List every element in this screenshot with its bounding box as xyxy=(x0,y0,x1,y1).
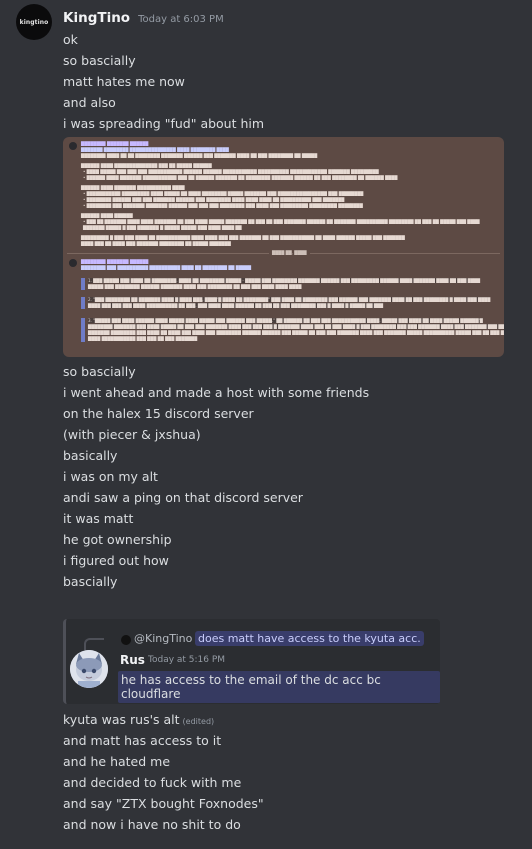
mini-text: ███████ █████ █ ███ ███████ █ █████ ████… xyxy=(83,225,242,230)
username[interactable]: KingTino xyxy=(63,10,130,26)
message-line: it was matt xyxy=(63,511,134,526)
mini-text: • ████████ ██████ ███ ███ ███████ ██████… xyxy=(83,197,345,202)
message-line: ok xyxy=(63,32,78,47)
avatar-label: kingtino xyxy=(19,18,49,26)
mini-text: ███████ ████████ ███████████████ ████ ██… xyxy=(81,147,229,152)
mini-text: █████████ █ ███ ███ ████ ██ ███████████ … xyxy=(81,235,405,240)
mini-text: • ████ █████ ███ ███ ███ ███████████ ███… xyxy=(83,169,379,174)
message-line: on the halex 15 discord server xyxy=(63,406,254,421)
mini-text: ████ ███ ███ ███ ████ ██████████ ██ ███.… xyxy=(88,303,384,308)
mini-text: ████████ ███ ██████████ ██████████ ████ … xyxy=(81,265,252,270)
message-text: kyuta was rus's alt xyxy=(63,712,180,727)
mini-text: █████ ███ ████████ ██████ ███████ ████ █… xyxy=(88,284,302,289)
message-line: (with piecer & jxshua) xyxy=(63,427,201,442)
message-header: KingTino Today at 6:03 PM xyxy=(63,10,224,28)
mini-text: ████████ ███████ ██████ xyxy=(81,141,149,146)
mini-text: 2. "███ ████████ ██ ███████ ████ █ ████ … xyxy=(88,297,491,302)
message-line: andi saw a ping on that discord server xyxy=(63,490,303,505)
quote-bar xyxy=(81,297,85,309)
mini-text: ████ ███████████ ███ ███ ██ ███ ███████ xyxy=(88,336,198,341)
message-line: bascially xyxy=(63,574,118,589)
reply-card[interactable]: @KingTino does matt have access to the k… xyxy=(63,619,440,704)
reply-connector xyxy=(84,638,104,650)
mini-text: ██████ ████ ██████ xyxy=(81,213,133,218)
edited-label: (edited) xyxy=(182,717,215,726)
message-line: basically xyxy=(63,448,118,463)
message-line: and say "ZTX bought Foxnodes" xyxy=(63,796,264,811)
reply-timestamp: Today at 5:16 PM xyxy=(148,655,226,665)
mini-text: ████ ███ ██ ████ ███ ███████ ████████ ██… xyxy=(81,241,231,246)
message-line: matt hates me now xyxy=(63,74,185,89)
reply-message: he has access to the email of the dc acc… xyxy=(118,671,440,703)
mini-avatar xyxy=(69,142,77,150)
mini-text: • ███████████ █████████ ████ █████ ██ ██… xyxy=(83,191,364,196)
message-line: and also xyxy=(63,95,116,110)
message-line: and decided to fuck with me xyxy=(63,775,242,790)
mini-text: ████ ██, ████ xyxy=(269,250,310,255)
mini-text: • ██████ ████ ███████ ███████████ ███ ██… xyxy=(83,175,398,180)
mini-text: ████████ ████ ██ ██ ████████ ███████ ███… xyxy=(81,153,318,158)
message-line: i figured out how xyxy=(63,553,169,568)
message-line: i went ahead and made a host with some f… xyxy=(63,385,370,400)
user-avatar[interactable]: kingtino xyxy=(16,4,52,40)
mini-text: ████████ ███████ ██████ xyxy=(81,259,149,264)
mini-text: 3. "█████ ███ ████ ██████ ████ █████ ███… xyxy=(88,318,483,323)
mini-avatar xyxy=(69,259,77,267)
mini-text: ████████ ███████ ███ ████ █████ ██ ███ █… xyxy=(88,324,504,329)
mini-text: • ████████ ███ ███████ ███████ ██████ ██… xyxy=(83,203,363,208)
mini-text: 1. ███ █████ ███ ████ ██ ████████. ████ … xyxy=(88,278,481,283)
mini-text: ██████ ████ ██████████████ ███ ██ █████ … xyxy=(81,163,212,168)
mini-text: ███████ ████████ ███ ████ ██ ████ ███ ██… xyxy=(88,330,504,335)
mini-text: • ███ ██ ███████ ████ ████ ███████ ██ ██… xyxy=(83,219,480,224)
mini-text: ██████ ████ ███████ ███████████ ████ xyxy=(81,185,185,190)
reply-author[interactable]: Rus xyxy=(120,653,145,667)
reply-username[interactable]: @KingTino xyxy=(134,632,192,645)
quote-bar xyxy=(81,278,85,290)
message-line: and matt has access to it xyxy=(63,733,222,748)
message-line: so bascially xyxy=(63,53,136,68)
rus-avatar[interactable] xyxy=(70,650,108,688)
message-line: and he hated me xyxy=(63,754,171,769)
message-line: i was spreading "fud" about him xyxy=(63,116,265,131)
message-line: he got ownership xyxy=(63,532,172,547)
message-line: and now i have no shit to do xyxy=(63,817,241,832)
message-line: so bascially xyxy=(63,364,136,379)
reply-avatar xyxy=(121,635,131,645)
message-line: kyuta was rus's alt (edited) xyxy=(63,712,214,727)
message-line: i was on my alt xyxy=(63,469,158,484)
reply-preview[interactable]: does matt have access to the kyuta acc. xyxy=(195,631,424,646)
attached-screenshot[interactable]: ████████ ███████ ██████ ███████ ████████… xyxy=(63,137,504,357)
quote-bar xyxy=(81,318,85,342)
anime-avatar-icon xyxy=(70,650,108,688)
message-timestamp[interactable]: Today at 6:03 PM xyxy=(138,14,224,25)
